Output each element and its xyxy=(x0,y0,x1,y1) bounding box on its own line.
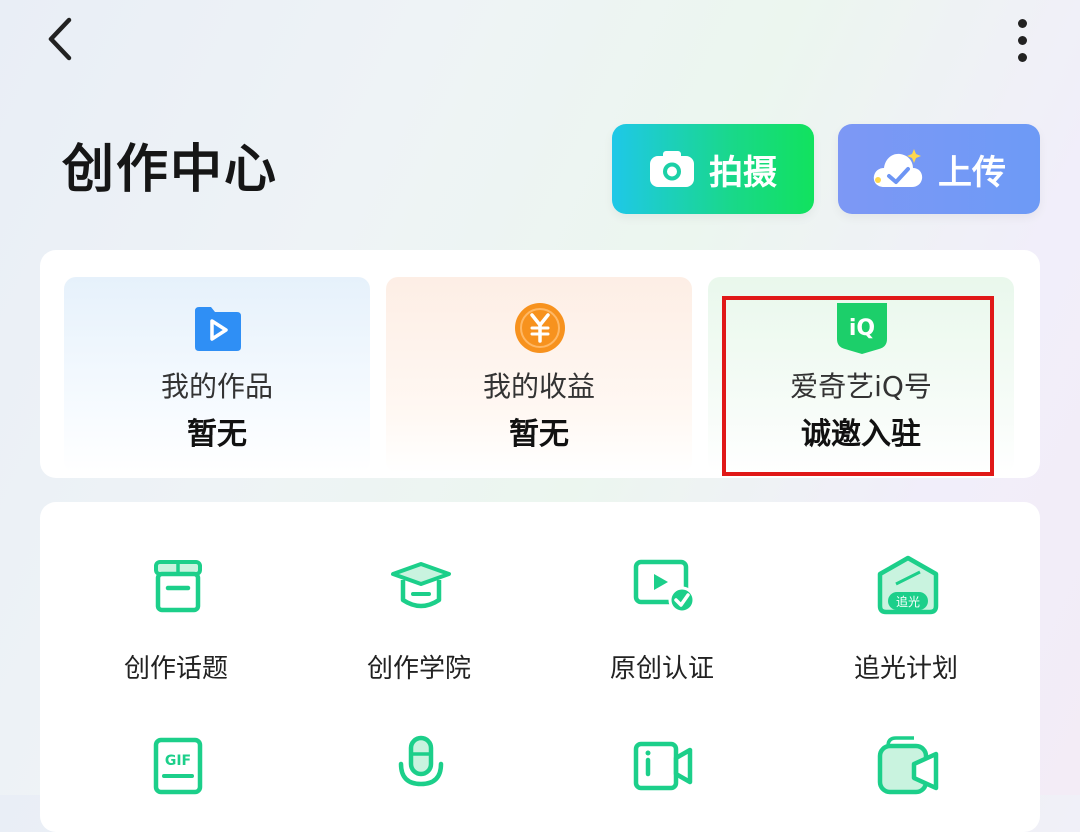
my-works-item[interactable]: 我的作品 暂无 xyxy=(64,277,370,473)
gift-box-icon xyxy=(154,560,202,613)
upload-button[interactable]: 上传 xyxy=(838,124,1040,214)
camera-icon xyxy=(650,151,694,187)
cloud-upload-icon xyxy=(873,149,923,187)
shoot-button-label: 拍摄 xyxy=(709,152,777,193)
house-badge-icon: 追光 xyxy=(877,555,939,615)
live-video-icon xyxy=(877,736,939,795)
video-camera-icon xyxy=(633,741,693,791)
menu-item-video-camera[interactable] xyxy=(562,682,762,822)
menu-label: 创作话题 xyxy=(123,654,228,684)
menu-item-creation-academy[interactable]: 创作学院 xyxy=(319,502,519,684)
svg-text:iQ: iQ xyxy=(849,316,875,341)
iq-account-label: 爱奇艺iQ号 xyxy=(790,370,932,403)
stats-card: 我的作品 暂无 我的收益 暂无 iQ 爱奇艺iQ号 诚邀入驻 xyxy=(40,250,1040,478)
menu-item-gif[interactable]: GIF xyxy=(76,682,276,822)
page-title: 创作中心 xyxy=(62,140,279,200)
my-earnings-item[interactable]: 我的收益 暂无 xyxy=(386,277,692,473)
my-earnings-value: 暂无 xyxy=(509,417,569,452)
svg-text:追光: 追光 xyxy=(896,594,920,609)
menu-item-live-video[interactable] xyxy=(806,682,1006,822)
menu-label: 追光计划 xyxy=(853,654,958,684)
gif-icon: GIF xyxy=(153,737,203,795)
more-vertical-icon xyxy=(1017,18,1027,28)
svg-text:GIF: GIF xyxy=(165,753,191,769)
menu-item-original-certification[interactable]: 原创认证 xyxy=(562,502,762,684)
my-works-label: 我的作品 xyxy=(160,370,273,403)
back-button[interactable] xyxy=(36,14,84,64)
microphone-icon xyxy=(398,735,444,787)
iq-badge-icon: iQ xyxy=(837,303,887,354)
upload-button-label: 上传 xyxy=(938,152,1006,193)
more-options-button[interactable] xyxy=(1000,10,1044,70)
my-earnings-label: 我的收益 xyxy=(482,370,595,403)
chevron-left-icon xyxy=(48,17,72,61)
menu-label: 创作学院 xyxy=(366,654,471,684)
video-verified-icon xyxy=(633,559,696,614)
shoot-button[interactable]: 拍摄 xyxy=(612,124,814,214)
tools-card: 创作话题 创作学院 原创认证 追光 追光计划 GIF xyxy=(40,502,1040,832)
menu-item-creation-topics[interactable]: 创作话题 xyxy=(76,502,276,684)
graduation-cap-icon xyxy=(391,562,451,609)
iq-account-item[interactable]: iQ 爱奇艺iQ号 诚邀入驻 xyxy=(708,277,1014,473)
yuan-coin-icon xyxy=(515,303,565,353)
iq-account-value: 诚邀入驻 xyxy=(801,417,921,452)
video-play-icon xyxy=(195,307,241,351)
my-works-value: 暂无 xyxy=(187,417,247,452)
menu-item-voice[interactable] xyxy=(319,682,519,822)
menu-item-light-chasing-plan[interactable]: 追光 追光计划 xyxy=(806,502,1006,684)
menu-label: 原创认证 xyxy=(609,654,714,684)
